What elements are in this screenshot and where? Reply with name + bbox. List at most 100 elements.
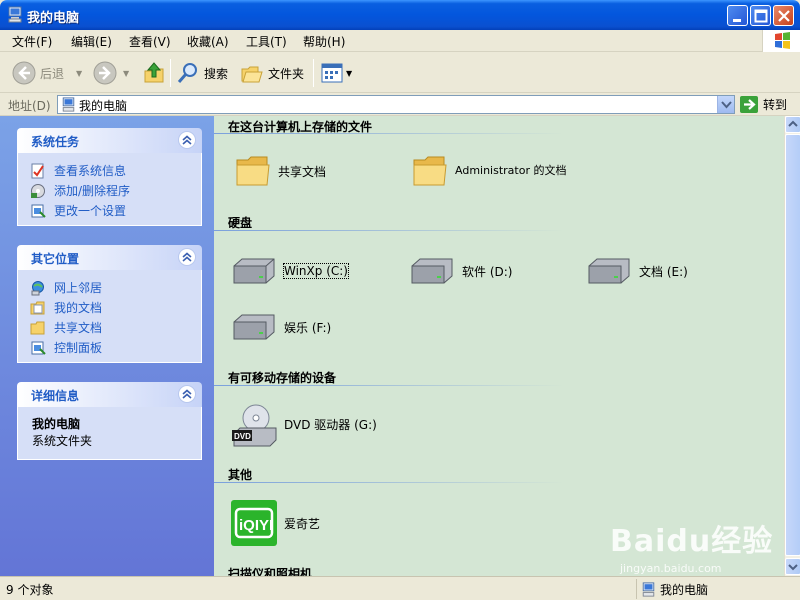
group-scanners-cameras: 扫描仪和照相机 bbox=[228, 567, 313, 576]
view-system-info-link[interactable]: 查看系统信息 bbox=[18, 161, 201, 181]
details-panel: 详细信息 我的电脑 系统文件夹 bbox=[17, 382, 202, 460]
go-arrow-icon bbox=[740, 96, 758, 113]
system-info-icon bbox=[31, 163, 44, 179]
address-dropdown-button[interactable] bbox=[717, 96, 734, 113]
task-pane: 系统任务 查看系统信息 添加/删除程序 更改一个设置 其它位置 网上邻居 我的文… bbox=[0, 116, 214, 576]
address-label: 地址(D) bbox=[8, 99, 51, 113]
menu-help[interactable]: 帮助(H) bbox=[303, 33, 345, 50]
system-tasks-panel: 系统任务 查看系统信息 添加/删除程序 更改一个设置 bbox=[17, 128, 202, 226]
chevron-down-icon bbox=[721, 101, 732, 109]
collapse-button[interactable] bbox=[178, 131, 196, 149]
vertical-scrollbar[interactable] bbox=[784, 116, 800, 576]
folder-icon bbox=[30, 321, 45, 335]
control-panel-icon bbox=[31, 341, 46, 355]
collapse-button[interactable] bbox=[178, 248, 196, 266]
chevron-up-double-icon bbox=[182, 389, 192, 399]
content-pane: 在这台计算机上存储的文件 共享文档 Administrator 的文档 硬盘 W… bbox=[214, 116, 784, 576]
scroll-up-button[interactable] bbox=[785, 116, 800, 133]
system-tasks-header[interactable]: 系统任务 bbox=[17, 128, 202, 153]
forward-arrow-icon bbox=[93, 61, 117, 85]
group-removable-storage: 有可移动存储的设备 bbox=[228, 371, 337, 385]
close-button[interactable] bbox=[773, 5, 794, 26]
minimize-button[interactable] bbox=[727, 5, 748, 26]
scroll-down-button[interactable] bbox=[785, 558, 800, 575]
administrator-documents-item[interactable]: Administrator 的文档 bbox=[411, 152, 611, 190]
drive-c-item[interactable]: WinXp (C:) bbox=[230, 256, 349, 286]
scroll-thumb[interactable] bbox=[785, 134, 800, 556]
address-value: 我的电脑 bbox=[79, 99, 128, 113]
status-bar: 9 个对象 我的电脑 bbox=[0, 576, 800, 600]
window-title: 我的电脑 bbox=[27, 11, 80, 26]
group-other: 其他 bbox=[228, 468, 253, 482]
back-dropdown-icon[interactable]: ▼ bbox=[76, 69, 82, 78]
views-button[interactable]: ▼ bbox=[320, 60, 352, 86]
my-computer-icon bbox=[642, 581, 655, 597]
details-name: 我的电脑 bbox=[32, 417, 81, 431]
baidu-watermark-url: jingyan.baidu.com bbox=[620, 562, 722, 575]
change-setting-link[interactable]: 更改一个设置 bbox=[18, 201, 201, 221]
drive-e-item[interactable]: 文档 (E:) bbox=[585, 256, 688, 286]
folders-button[interactable]: 文件夹 bbox=[240, 60, 304, 86]
details-type: 系统文件夹 bbox=[32, 434, 93, 448]
maximize-button[interactable] bbox=[750, 5, 771, 26]
object-count: 9 个对象 bbox=[6, 583, 54, 597]
my-computer-icon bbox=[62, 97, 75, 112]
iqiyi-app-icon: iQIYI bbox=[231, 500, 277, 546]
collapse-button[interactable] bbox=[178, 385, 196, 403]
close-icon bbox=[778, 10, 790, 22]
drive-d-item[interactable]: 软件 (D:) bbox=[408, 256, 512, 286]
my-documents-icon bbox=[30, 301, 45, 315]
chevron-up-double-icon bbox=[182, 252, 192, 262]
forward-button[interactable]: ▼ bbox=[93, 60, 129, 86]
group-hard-disks: 硬盘 bbox=[228, 216, 253, 230]
dvd-drive-item[interactable]: DVD DVD 驱动器 (G:) bbox=[230, 400, 377, 448]
my-documents-link[interactable]: 我的文档 bbox=[18, 298, 201, 318]
views-icon bbox=[321, 63, 343, 83]
folders-icon bbox=[241, 66, 263, 83]
search-icon bbox=[177, 63, 197, 83]
control-panel-icon bbox=[31, 204, 46, 218]
hard-drive-icon bbox=[588, 258, 630, 284]
windows-logo bbox=[762, 30, 800, 52]
explorer-window: 我的电脑 文件(F) 编辑(E) 查看(V) 收藏(A) 工具(T) 帮助(H)… bbox=[0, 0, 800, 600]
up-folder-icon bbox=[144, 62, 164, 83]
menu-tools[interactable]: 工具(T) bbox=[246, 33, 287, 50]
my-computer-icon bbox=[8, 6, 22, 23]
menu-file[interactable]: 文件(F) bbox=[12, 33, 52, 50]
up-button[interactable] bbox=[142, 60, 166, 86]
network-places-link[interactable]: 网上邻居 bbox=[18, 278, 201, 298]
forward-dropdown-icon[interactable]: ▼ bbox=[123, 69, 129, 78]
hard-drive-icon bbox=[233, 314, 275, 340]
other-places-panel: 其它位置 网上邻居 我的文档 共享文档 控制面板 bbox=[17, 245, 202, 363]
menu-edit[interactable]: 编辑(E) bbox=[71, 33, 112, 50]
folder-icon bbox=[236, 156, 270, 186]
menu-bar: 文件(F) 编辑(E) 查看(V) 收藏(A) 工具(T) 帮助(H) bbox=[0, 30, 800, 52]
menu-view[interactable]: 查看(V) bbox=[129, 33, 171, 50]
details-header[interactable]: 详细信息 bbox=[17, 382, 202, 407]
hard-drive-icon bbox=[411, 258, 453, 284]
iqiyi-item[interactable]: iQIYI 爱奇艺 bbox=[230, 499, 320, 547]
dvd-drive-icon: DVD bbox=[232, 404, 277, 447]
drive-f-item[interactable]: 娱乐 (F:) bbox=[230, 312, 331, 342]
back-button[interactable]: 后退 ▼ bbox=[12, 60, 82, 86]
toolbar: 后退 ▼ ▼ 搜索 文件夹 ▼ bbox=[0, 53, 800, 93]
shared-documents-link[interactable]: 共享文档 bbox=[18, 318, 201, 338]
address-input[interactable]: 我的电脑 bbox=[57, 95, 735, 114]
folder-icon bbox=[413, 156, 447, 186]
chevron-up-icon bbox=[788, 120, 798, 127]
add-remove-programs-link[interactable]: 添加/删除程序 bbox=[18, 181, 201, 201]
views-dropdown-icon: ▼ bbox=[346, 68, 353, 78]
title-bar[interactable]: 我的电脑 bbox=[0, 0, 800, 30]
search-button[interactable]: 搜索 bbox=[176, 60, 228, 86]
control-panel-link[interactable]: 控制面板 bbox=[18, 338, 201, 358]
shared-documents-item[interactable]: 共享文档 bbox=[234, 152, 326, 190]
chevron-up-double-icon bbox=[182, 135, 192, 145]
hard-drive-icon bbox=[233, 258, 275, 284]
other-places-header[interactable]: 其它位置 bbox=[17, 245, 202, 270]
baidu-watermark: Baidu经验 bbox=[610, 524, 774, 559]
menu-favorites[interactable]: 收藏(A) bbox=[187, 33, 229, 50]
address-bar: 地址(D) 我的电脑 转到 bbox=[0, 93, 800, 116]
add-remove-programs-icon bbox=[31, 184, 45, 198]
network-places-icon bbox=[31, 281, 44, 296]
go-button[interactable]: 转到 bbox=[740, 96, 787, 113]
